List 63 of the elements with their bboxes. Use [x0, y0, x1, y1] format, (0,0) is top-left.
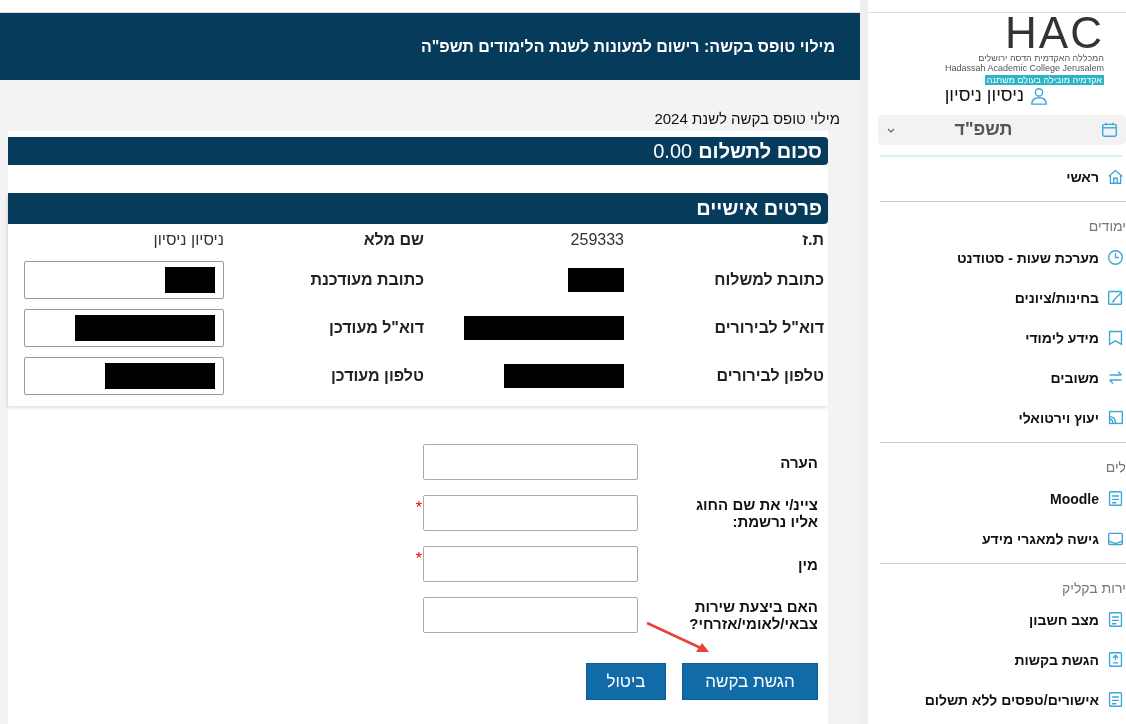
field-label: מין — [797, 555, 819, 573]
edit-icon — [1107, 289, 1124, 307]
book-icon — [1107, 329, 1124, 347]
year-dropdown[interactable]: תשפ"ד — [878, 114, 1126, 146]
calendar-icon — [1101, 121, 1118, 139]
redaction-block — [165, 267, 215, 293]
input-field[interactable] — [24, 261, 224, 299]
logo-mark: HAC — [1005, 13, 1104, 53]
form-title: מילוי טופס בקשה לשנת 2024 — [653, 110, 841, 129]
section-heading: ימודים — [1087, 218, 1126, 236]
payment-amount: 0.00 — [653, 139, 693, 163]
input-field[interactable] — [24, 357, 224, 395]
required-mark: * — [415, 499, 422, 517]
input-field[interactable] — [423, 546, 638, 582]
details-title: פרטים אישיים — [8, 193, 828, 224]
required-mark: * — [415, 550, 422, 568]
field-label: ציינ/י את שם החוג אליו נרשמת: — [694, 496, 819, 530]
logo-name: המכללה האקדמית הדסה ירושלים — [978, 53, 1104, 63]
field-label: כתובת מעודכנת — [310, 271, 424, 289]
sidebar-link[interactable]: מצב חשבון — [880, 600, 1126, 640]
sidebar-link[interactable]: בחינות/ציונים — [880, 278, 1126, 318]
sidebar-link[interactable]: ראשי — [880, 157, 1126, 197]
sidebar-link[interactable]: מידע לימודי — [880, 318, 1126, 358]
clock-icon — [1107, 249, 1124, 267]
logo-name: Hadassah Academic College Jerusalem — [944, 63, 1104, 73]
sidebar-link[interactable]: אישורים/טפסים ללא תשלום — [880, 680, 1126, 720]
user-name: ניסיון ניסיון — [944, 85, 1024, 107]
action-button[interactable]: הגשת בקשה — [682, 663, 818, 700]
section-heading: ירות בקליק — [1061, 580, 1126, 598]
field-label: שם מלא — [363, 231, 424, 249]
sidebar-link[interactable]: הגשת בקשות — [880, 640, 1126, 680]
field-label: דוא"ל מעודכן — [329, 319, 424, 337]
mail-icon — [1107, 530, 1124, 548]
section-heading: לים — [1104, 459, 1126, 477]
field-label: טלפון מעודכן — [330, 367, 424, 385]
swap-icon — [1107, 369, 1124, 387]
sidebar-link[interactable]: גישה למאגרי מידע — [880, 519, 1126, 559]
input-field[interactable] — [24, 309, 224, 347]
home-icon — [1107, 168, 1124, 186]
cast-icon — [1107, 409, 1124, 427]
field-label: כתובת למשלוח — [714, 271, 824, 289]
payment-label: סכום לתשלום — [698, 139, 822, 163]
sidebar-link[interactable]: Moodle — [880, 479, 1126, 519]
field-label: דוא"ל לבירורים — [714, 319, 824, 337]
input-field[interactable] — [423, 444, 638, 480]
field-value: 259333 — [570, 231, 624, 249]
input-field[interactable] — [423, 597, 638, 633]
action-button[interactable]: ביטול — [586, 663, 666, 700]
doc-icon — [1107, 691, 1124, 709]
field-label: הערה — [779, 453, 819, 471]
logo-slogan: אקדמיה מובילה בעולם משתנה — [984, 75, 1104, 85]
sidebar-link[interactable]: יעוץ וירטואלי — [880, 398, 1126, 438]
upload-icon — [1107, 651, 1124, 669]
input-field[interactable] — [423, 495, 638, 531]
page-header-title: מילוי טופס בקשה: רישום למעונות לשנת הלימודים תשפ"ה — [420, 37, 835, 56]
sidebar-link[interactable]: מערכת שעות - סטודנט — [880, 238, 1126, 278]
field-value: ניסיון ניסיון — [153, 231, 224, 249]
redaction-block — [568, 268, 624, 292]
field-label: ת.ז — [802, 231, 824, 249]
user-icon — [1030, 86, 1048, 105]
field-label: האם ביצעת שירות צבאי/לאומי/אזרחי? — [688, 598, 819, 632]
sidebar-link[interactable]: משובים — [880, 358, 1126, 398]
field-label: טלפון לבירורים — [716, 367, 824, 385]
